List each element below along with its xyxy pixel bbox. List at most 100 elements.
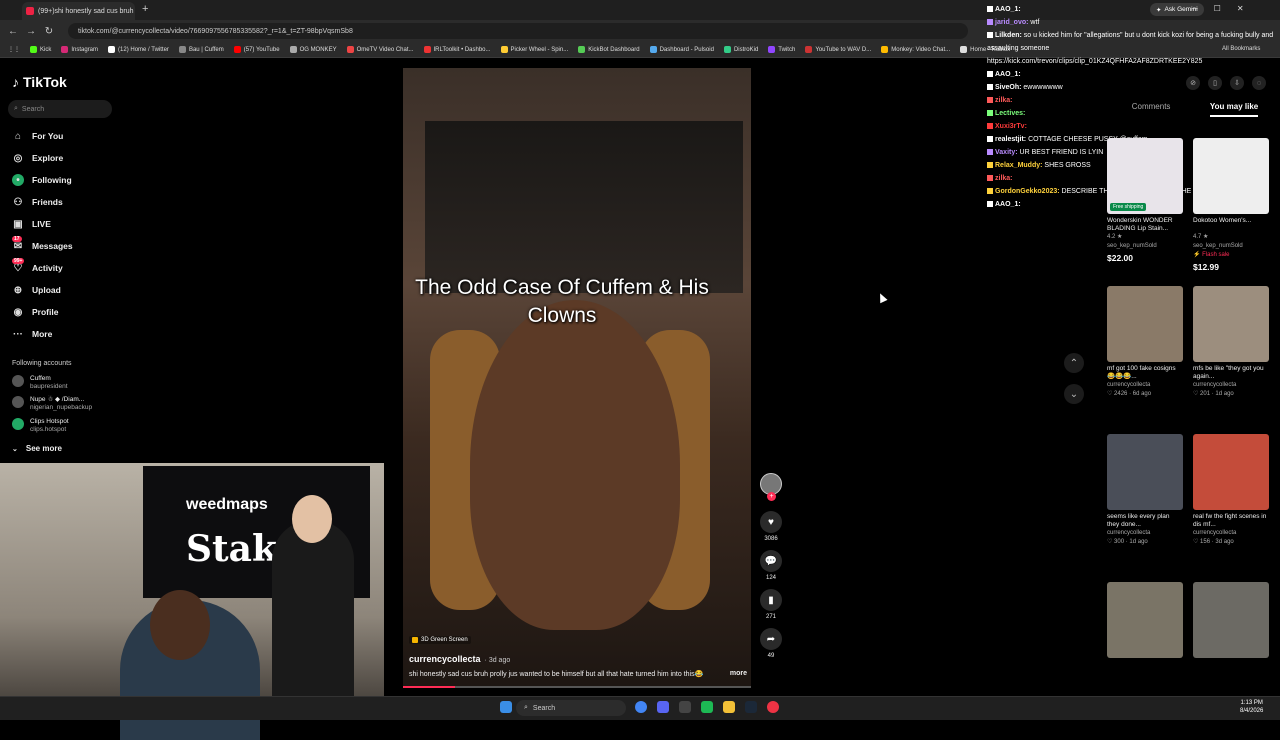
video-author[interactable]: currencycollecta · 3d ago <box>409 654 510 664</box>
bookmark[interactable]: (57) YouTube <box>233 46 280 53</box>
streamer-head <box>150 590 210 660</box>
chat-badge-icon <box>987 6 993 13</box>
video-card[interactable]: seems like every plan they done... curren… <box>1107 434 1183 547</box>
thumbnail[interactable] <box>1107 286 1183 362</box>
phone-icon[interactable]: ▯ <box>1208 76 1222 90</box>
thumbnail[interactable] <box>1193 434 1269 510</box>
video-card[interactable]: mfs be like "they got you again... curren… <box>1193 286 1269 399</box>
video-progress-bar[interactable] <box>403 686 751 688</box>
bookmark[interactable]: Kick <box>30 46 51 53</box>
nav-for-you[interactable]: ⌂ For You <box>12 130 63 142</box>
app-icon[interactable] <box>701 701 713 713</box>
nav-upload[interactable]: ⊕ Upload <box>12 284 61 296</box>
comment-action[interactable]: 💬 124 <box>760 550 782 581</box>
download-icon[interactable]: ⇩ <box>1230 76 1244 90</box>
thumbnail[interactable] <box>1193 582 1269 658</box>
chrome-icon[interactable] <box>635 701 647 713</box>
discord-icon[interactable] <box>657 701 669 713</box>
reload-icon[interactable]: ↻ <box>44 26 54 37</box>
address-bar[interactable]: tiktok.com/@currencycollecta/video/76690… <box>68 23 968 39</box>
nav-friends[interactable]: ⚇ Friends <box>12 196 63 208</box>
nav-profile[interactable]: ◉ Profile <box>12 306 59 318</box>
loading-icon: ◌ <box>1252 76 1266 90</box>
next-video-button[interactable]: ⌄ <box>1064 384 1084 404</box>
forward-icon[interactable]: → <box>26 26 36 37</box>
bookmark[interactable]: Twitch <box>768 46 795 53</box>
bookmark[interactable]: OG MONKEY <box>289 46 337 53</box>
steam-icon[interactable] <box>745 701 757 713</box>
tab-comments[interactable]: Comments <box>1132 102 1171 117</box>
bookmark[interactable]: Monkey: Video Chat... <box>881 46 950 53</box>
tab-you-may-like[interactable]: You may like <box>1209 102 1259 117</box>
effect-tag[interactable]: 3D Green Screen <box>409 636 471 644</box>
messages-badge: 17 <box>12 236 22 242</box>
product-card[interactable]: Dokotoo Women's... 4.7 ★ seo_kep_numSold ⚡ … <box>1193 138 1269 272</box>
see-more-button[interactable]: ⌄ See more <box>12 444 62 453</box>
chat-badge-icon <box>987 136 993 143</box>
follow-plus-icon[interactable]: + <box>767 492 776 501</box>
browser-tab[interactable]: (99+)shi honestly sad cus bruh ✕ <box>22 2 135 20</box>
video-author: currencycollecta <box>1107 530 1151 536</box>
following-account[interactable]: Clips Hotspot clips.hotspot <box>12 418 69 434</box>
back-icon[interactable]: ← <box>8 26 18 37</box>
nav-messages[interactable]: ✉ 17 Messages <box>12 236 73 252</box>
previous-video-button[interactable]: ⌃ <box>1064 353 1084 373</box>
nav-explore[interactable]: ◎ Explore <box>12 152 64 164</box>
bookmark[interactable]: OmeTV Video Chat... <box>346 46 414 53</box>
nav-activity[interactable]: ♡ 99+ Activity <box>12 258 63 274</box>
bookmark[interactable]: Dashboard - Pulsoid <box>649 46 714 53</box>
thumbnail[interactable] <box>1193 138 1269 214</box>
video-title <box>1193 661 1269 677</box>
chat-username: AAO_1: <box>995 201 1021 208</box>
file-explorer-icon[interactable] <box>723 701 735 713</box>
avatar <box>12 396 24 408</box>
thumbnail[interactable]: Free shipping <box>1107 138 1183 214</box>
tiktok-logo[interactable]: ♪ TikTok <box>12 74 67 90</box>
bookmark[interactable]: IRLToolkit • Dashbo... <box>423 46 491 53</box>
bookmark[interactable]: Bau | Cuffem <box>178 46 224 53</box>
search-icon: ⌕ <box>14 105 18 112</box>
share-action[interactable]: ➦ 49 <box>760 628 782 659</box>
bookmark[interactable]: DistroKid <box>723 46 758 53</box>
like-action[interactable]: ♥ 3086 <box>760 511 782 542</box>
panel-tabs: Comments You may like <box>1112 102 1278 117</box>
following-account[interactable]: Cuffem baupresident <box>12 375 68 391</box>
nav-live[interactable]: ▣ LIVE <box>12 218 51 230</box>
save-action[interactable]: ▮ 271 <box>760 589 782 620</box>
chrome-profile-icon[interactable] <box>767 701 779 713</box>
video-card[interactable] <box>1193 582 1269 677</box>
new-tab-button[interactable]: + <box>142 3 148 15</box>
following-account[interactable]: Nupe ☃ ◆ /Diam... nigerian_nupebackup <box>12 396 92 412</box>
taskbar-clock[interactable]: 1:13 PM 8/4/2026 <box>1240 699 1263 715</box>
thumbnail[interactable] <box>1107 582 1183 658</box>
bookmark[interactable]: Instagram <box>61 46 98 53</box>
comment-icon[interactable]: 💬 <box>760 550 782 572</box>
nav-following[interactable]: • Following <box>12 174 72 186</box>
windows-start-icon[interactable] <box>500 701 512 713</box>
thumbnail[interactable] <box>1193 286 1269 362</box>
apps-icon[interactable]: ⋮⋮ <box>8 46 20 53</box>
video-card[interactable] <box>1107 582 1183 677</box>
bookmark[interactable]: YouTube to WAV D... <box>805 46 871 53</box>
video-card[interactable]: mf got 100 fake cosigns😂😂😂... currencycol… <box>1107 286 1183 399</box>
heart-icon[interactable]: ♥ <box>760 511 782 533</box>
chat-username: GordonGekko2023: <box>995 188 1060 195</box>
bookmark[interactable]: KickBot Dashboard <box>578 46 640 53</box>
chat-badge-icon <box>987 19 993 26</box>
panel-tools: ⊘ ▯ ⇩ ◌ <box>1186 76 1266 90</box>
nav-more[interactable]: ··· More <box>12 328 52 340</box>
mute-icon[interactable]: ⊘ <box>1186 76 1200 90</box>
chat-username: jarid_ovo: <box>995 19 1029 26</box>
bookmark[interactable]: (12) Home / Twitter <box>108 46 169 53</box>
search-input[interactable]: ⌕ Search <box>8 100 112 118</box>
thumbnail[interactable] <box>1107 434 1183 510</box>
bookmark[interactable]: Picker Wheel - Spin... <box>500 46 568 53</box>
app-icon[interactable] <box>679 701 691 713</box>
bookmark-icon[interactable]: ▮ <box>760 589 782 611</box>
caption-more-button[interactable]: more <box>730 670 747 678</box>
video-card[interactable]: real fw the fight scenes in dis mf... cur… <box>1193 434 1269 547</box>
tiktok-note-icon: ♪ <box>12 74 19 90</box>
share-icon[interactable]: ➦ <box>760 628 782 650</box>
taskbar-search[interactable]: ⌕ Search <box>516 700 626 716</box>
product-card[interactable]: Free shipping Wonderskin WONDER BLADING L… <box>1107 138 1183 263</box>
